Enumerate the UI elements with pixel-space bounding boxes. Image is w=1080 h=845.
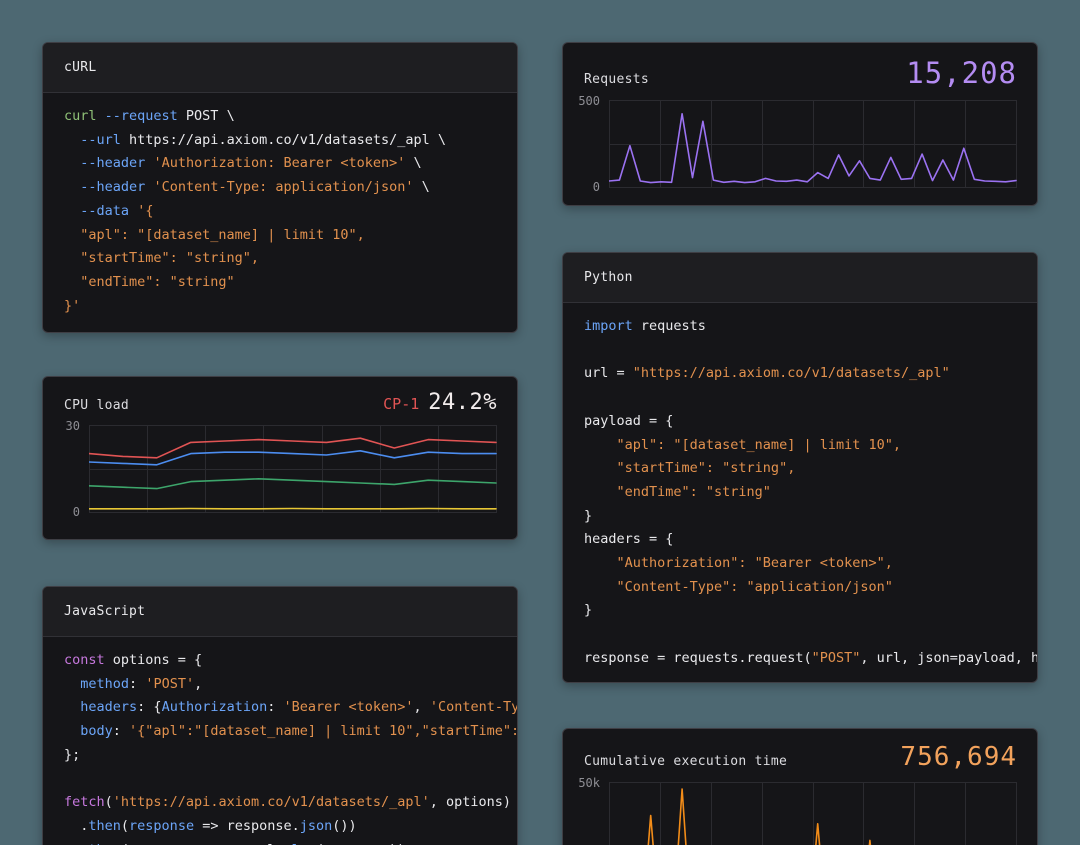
code-line: --url https://api.axiom.co/v1/datasets/_… — [64, 129, 496, 153]
code-line: .then(response => response.json()) — [64, 815, 496, 839]
code-line: curl --request POST \ — [64, 105, 496, 129]
y-tick-label: 0 — [593, 181, 600, 193]
code-line: body: '{"apl":"[dataset_name] | limit 10… — [64, 720, 496, 744]
code-line: "Authorization": "Bearer <token>", — [584, 552, 1016, 576]
cpu-chart-header: CPU load CP-1 24.2% — [43, 377, 517, 415]
cumulative-chart-title: Cumulative execution time — [584, 754, 787, 769]
code-line: method: 'POST', — [64, 673, 496, 697]
code-line: } — [584, 505, 1016, 529]
requests-chart-card: Requests 15,208 500 0 — [562, 42, 1038, 206]
code-line: "endTime": "string" — [584, 481, 1016, 505]
requests-line-chart — [609, 100, 1017, 188]
cumulative-chart-area: 50k — [563, 772, 1037, 845]
code-line: --data '{ — [64, 200, 496, 224]
cumulative-chart-header: Cumulative execution time 756,694 — [563, 729, 1037, 772]
code-line: "endTime": "string" — [64, 271, 496, 295]
code-line: --header 'Authorization: Bearer <token>'… — [64, 152, 496, 176]
curl-card-header: cURL — [43, 43, 517, 93]
code-line: "apl": "[dataset_name] | limit 10", — [584, 434, 1016, 458]
code-line: "apl": "[dataset_name] | limit 10", — [64, 224, 496, 248]
javascript-card-header: JavaScript — [43, 587, 517, 637]
code-line: .then(response => console.log(response)) — [64, 839, 496, 845]
code-line: "startTime": "string", — [584, 457, 1016, 481]
cumulative-value: 756,694 — [900, 742, 1017, 772]
code-line — [584, 386, 1016, 410]
y-tick-label: 50k — [578, 777, 600, 789]
curl-snippet-card: cURL curl --request POST \ --url https:/… — [42, 42, 518, 333]
code-line: import requests — [584, 315, 1016, 339]
cpu-load-chart-card: CPU load CP-1 24.2% 30 0 — [42, 376, 518, 540]
code-line: response = requests.request("POST", url,… — [584, 647, 1016, 671]
cpu-chart-area: 30 0 — [43, 415, 517, 527]
y-tick-label: 0 — [73, 506, 80, 518]
python-snippet-card: Python import requests url = "https://ap… — [562, 252, 1038, 683]
code-line: url = "https://api.axiom.co/v1/datasets/… — [584, 362, 1016, 386]
code-line: headers = { — [584, 528, 1016, 552]
code-line: --header 'Content-Type: application/json… — [64, 176, 496, 200]
code-line: fetch('https://api.axiom.co/v1/datasets/… — [64, 791, 496, 815]
cpu-current-reading: CP-1 24.2% — [383, 390, 497, 415]
python-code-block: import requests url = "https://api.axiom… — [563, 303, 1037, 683]
requests-chart-header: Requests 15,208 — [563, 43, 1037, 90]
y-tick-label: 500 — [578, 95, 600, 107]
javascript-snippet-card: JavaScript const options = { method: 'PO… — [42, 586, 518, 845]
cpu-value: 24.2% — [428, 390, 497, 415]
code-line: }; — [64, 744, 496, 768]
requests-value: 15,208 — [906, 56, 1017, 90]
python-card-header: Python — [563, 253, 1037, 303]
code-line: "Content-Type": "application/json" — [584, 576, 1016, 600]
code-line — [584, 339, 1016, 363]
cpu-chart-title: CPU load — [64, 398, 129, 413]
cumulative-execution-time-chart-card: Cumulative execution time 756,694 50k — [562, 728, 1038, 845]
requests-y-axis-labels: 500 0 — [573, 100, 609, 188]
cumulative-line-chart — [609, 782, 1017, 845]
y-tick-label: 30 — [66, 420, 80, 432]
curl-code-block: curl --request POST \ --url https://api.… — [43, 93, 517, 330]
code-line: }' — [64, 295, 496, 319]
cpu-y-axis-labels: 30 0 — [53, 425, 89, 513]
python-card-title: Python — [584, 270, 633, 285]
cumulative-y-axis-labels: 50k — [573, 782, 609, 845]
code-line: headers: {Authorization: 'Bearer <token>… — [64, 696, 496, 720]
code-line: const options = { — [64, 649, 496, 673]
code-line — [584, 623, 1016, 647]
cpu-line-chart — [89, 425, 497, 513]
page-canvas: cURL curl --request POST \ --url https:/… — [0, 0, 1080, 845]
code-line: payload = { — [584, 410, 1016, 434]
code-line: } — [584, 599, 1016, 623]
javascript-code-block: const options = { method: 'POST', header… — [43, 637, 517, 845]
curl-card-title: cURL — [64, 60, 97, 75]
requests-chart-area: 500 0 — [563, 90, 1037, 202]
code-line — [64, 768, 496, 792]
cpu-series-label: CP-1 — [383, 395, 419, 413]
code-line: "startTime": "string", — [64, 247, 496, 271]
requests-chart-title: Requests — [584, 72, 649, 87]
javascript-card-title: JavaScript — [64, 604, 145, 619]
